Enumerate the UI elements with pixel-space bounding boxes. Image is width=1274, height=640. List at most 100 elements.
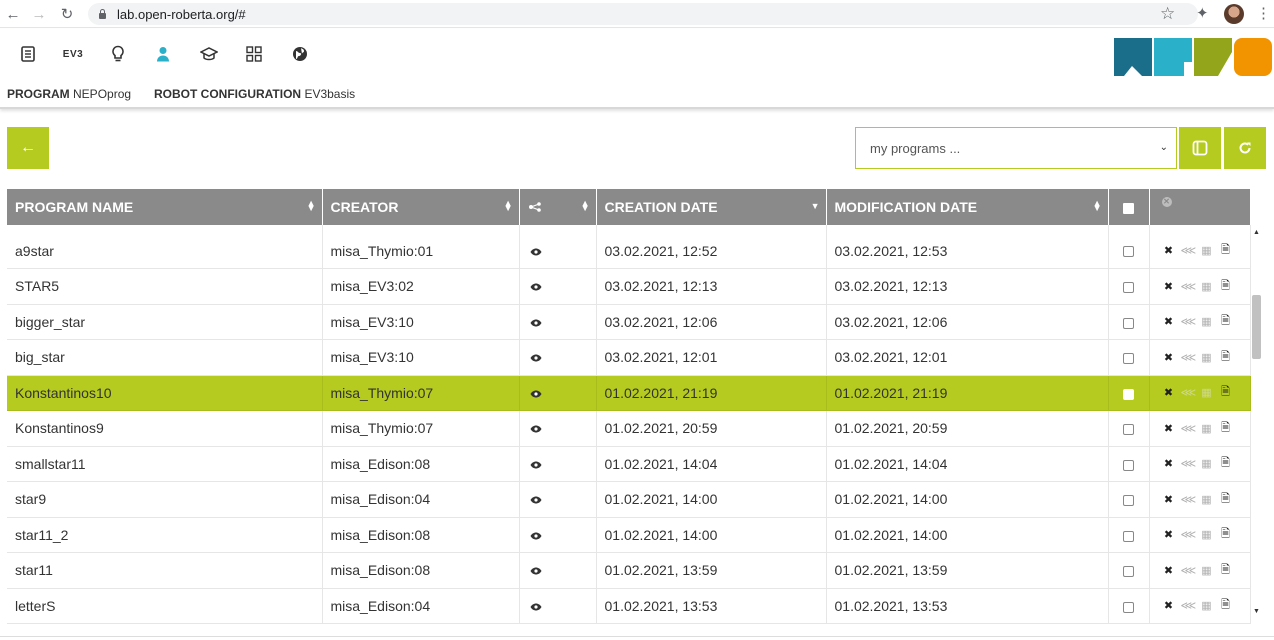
program-name-cell[interactable]: smallstar11 — [7, 446, 323, 482]
delete-icon[interactable]: ✖ — [1162, 244, 1176, 257]
gallery-icon[interactable]: ▦ — [1200, 280, 1214, 293]
copy-button[interactable] — [1179, 127, 1221, 169]
delete-icon[interactable]: ✖ — [1162, 315, 1176, 328]
table-row[interactable]: star11 misa_Edison:08 01.02.2021, 13:59 01.… — [7, 552, 1251, 589]
row-checkbox[interactable] — [1123, 246, 1134, 258]
program-name-cell[interactable]: star11 — [7, 552, 323, 589]
row-select-cell[interactable] — [1108, 552, 1150, 589]
gallery-icon[interactable]: ▦ — [1200, 386, 1214, 399]
row-checkbox[interactable] — [1123, 424, 1134, 436]
column-header-creation-date[interactable]: CREATION DATE ▼ — [596, 189, 827, 225]
share-icon[interactable]: ⋘ — [1181, 244, 1197, 257]
row-checkbox[interactable] — [1123, 566, 1134, 578]
delete-icon[interactable]: ✖ — [1162, 493, 1176, 506]
file-icon[interactable]: 🗎 — [1219, 525, 1233, 544]
refresh-button[interactable] — [1224, 127, 1266, 169]
program-name-cell[interactable]: Konstantinos10 — [7, 375, 323, 411]
table-row[interactable]: smallstar11 misa_Edison:08 01.02.2021, 14:… — [7, 446, 1251, 482]
delete-icon[interactable]: ✖ — [1162, 422, 1176, 435]
table-row[interactable]: letterS misa_Edison:04 01.02.2021, 13:53 01… — [7, 588, 1251, 624]
column-header-delete-selected[interactable]: ✕ — [1149, 189, 1251, 225]
row-select-cell[interactable] — [1108, 517, 1150, 553]
table-row[interactable]: a9star misa_Thymio:01 03.02.2021, 12:52 03.… — [7, 233, 1251, 269]
row-checkbox[interactable] — [1123, 282, 1134, 294]
file-icon[interactable]: 🗎 — [1219, 312, 1233, 331]
row-select-cell[interactable] — [1108, 588, 1150, 624]
forward-arrow-icon[interactable]: → — [28, 3, 50, 25]
share-icon[interactable]: ⋘ — [1181, 280, 1197, 293]
file-icon[interactable]: 🗎 — [1219, 241, 1233, 260]
share-icon[interactable]: ⋘ — [1181, 315, 1197, 328]
table-row[interactable]: star11_2 misa_Edison:08 01.02.2021, 14:00 0… — [7, 517, 1251, 553]
program-name-cell[interactable]: letterS — [7, 588, 323, 624]
gallery-icon[interactable]: ▦ — [1200, 244, 1214, 257]
file-icon[interactable]: 🗎 — [1219, 383, 1233, 402]
delete-icon[interactable]: ✖ — [1162, 457, 1176, 470]
reload-icon[interactable]: ↻ — [56, 3, 78, 25]
table-row[interactable]: star9 misa_Edison:04 01.02.2021, 14:00 01.0… — [7, 481, 1251, 518]
scroll-up-arrow-icon[interactable]: ▲ — [1253, 229, 1260, 236]
share-icon[interactable]: ⋘ — [1181, 599, 1197, 612]
user-icon[interactable] — [153, 44, 173, 64]
row-select-cell[interactable] — [1108, 339, 1150, 376]
delete-icon[interactable]: ✖ — [1162, 599, 1176, 612]
delete-icon[interactable]: ✖ — [1162, 386, 1176, 399]
delete-icon[interactable]: ✖ — [1162, 528, 1176, 541]
column-header-modification-date[interactable]: MODIFICATION DATE ▲ ▼ — [826, 189, 1109, 225]
scroll-down-arrow-icon[interactable]: ▼ — [1253, 608, 1260, 615]
gallery-icon[interactable]: ▦ — [1200, 315, 1214, 328]
gallery-icon[interactable]: ▦ — [1200, 599, 1214, 612]
back-arrow-icon[interactable]: ← — [2, 3, 24, 25]
file-icon[interactable]: 🗎 — [1219, 490, 1233, 509]
column-header-program-name[interactable]: PROGRAM NAME ▲ ▼ — [7, 189, 323, 225]
lightbulb-icon[interactable] — [108, 44, 128, 64]
row-select-cell[interactable] — [1108, 446, 1150, 482]
row-checkbox[interactable] — [1123, 530, 1134, 542]
share-icon[interactable]: ⋘ — [1181, 493, 1197, 506]
file-icon[interactable]: 🗎 — [1219, 348, 1233, 367]
file-icon[interactable]: 🗎 — [1219, 596, 1233, 615]
table-row[interactable]: Konstantinos10 misa_Thymio:07 01.02.2021, … — [7, 375, 1251, 411]
delete-icon[interactable]: ✖ — [1162, 564, 1176, 577]
profile-avatar[interactable] — [1224, 4, 1244, 24]
scrollbar-thumb[interactable] — [1252, 295, 1261, 359]
row-select-cell[interactable] — [1108, 481, 1150, 518]
row-checkbox[interactable] — [1123, 459, 1134, 471]
globe-icon[interactable] — [290, 44, 310, 64]
extensions-puzzle-icon[interactable]: ✦ — [1196, 4, 1209, 22]
file-icon[interactable]: 🗎 — [1219, 419, 1233, 438]
delete-selected-icon[interactable]: ✕ — [1161, 197, 1172, 207]
delete-icon[interactable]: ✖ — [1162, 280, 1176, 293]
program-name-cell[interactable]: Konstantinos9 — [7, 410, 323, 447]
row-select-cell[interactable] — [1108, 304, 1150, 340]
program-name-cell[interactable]: bigger_star — [7, 304, 323, 340]
table-row[interactable]: STAR5 misa_EV3:02 03.02.2021, 12:13 03.02.2… — [7, 268, 1251, 305]
row-checkbox[interactable] — [1123, 601, 1134, 613]
share-icon[interactable]: ⋘ — [1181, 386, 1197, 399]
table-row[interactable]: big_star misa_EV3:10 03.02.2021, 12:01 03.0… — [7, 339, 1251, 376]
program-name-cell[interactable]: a9star — [7, 233, 323, 269]
file-icon[interactable]: 🗎 — [1219, 561, 1233, 580]
share-icon[interactable]: ⋘ — [1181, 457, 1197, 470]
back-button[interactable]: ← — [7, 127, 49, 169]
file-icon[interactable]: 🗎 — [1219, 277, 1233, 296]
bookmark-star-icon[interactable]: ☆ — [1160, 4, 1175, 24]
row-checkbox[interactable] — [1123, 495, 1134, 507]
share-icon[interactable]: ⋘ — [1181, 564, 1197, 577]
program-name-cell[interactable]: star9 — [7, 481, 323, 518]
robot-ev3-menu[interactable]: EV3 — [60, 44, 86, 64]
program-name-cell[interactable]: STAR5 — [7, 268, 323, 305]
gallery-icon[interactable]: ▦ — [1200, 528, 1214, 541]
table-row[interactable]: Konstantinos9 misa_Thymio:07 01.02.2021, 2… — [7, 410, 1251, 447]
row-checkbox[interactable] — [1123, 317, 1134, 329]
address-bar[interactable]: lab.open-roberta.org/# — [88, 3, 1198, 25]
row-select-cell[interactable] — [1108, 375, 1150, 411]
column-header-select-all[interactable] — [1108, 189, 1150, 225]
share-icon[interactable]: ⋘ — [1181, 422, 1197, 435]
program-name-cell[interactable]: star11_2 — [7, 517, 323, 553]
gallery-icon[interactable]: ▦ — [1200, 457, 1214, 470]
table-row[interactable]: bigger_star misa_EV3:10 03.02.2021, 12:06 0… — [7, 304, 1251, 340]
gallery-icon[interactable]: ▦ — [1200, 351, 1214, 364]
row-select-cell[interactable] — [1108, 410, 1150, 447]
gallery-icon[interactable]: ▦ — [1200, 564, 1214, 577]
